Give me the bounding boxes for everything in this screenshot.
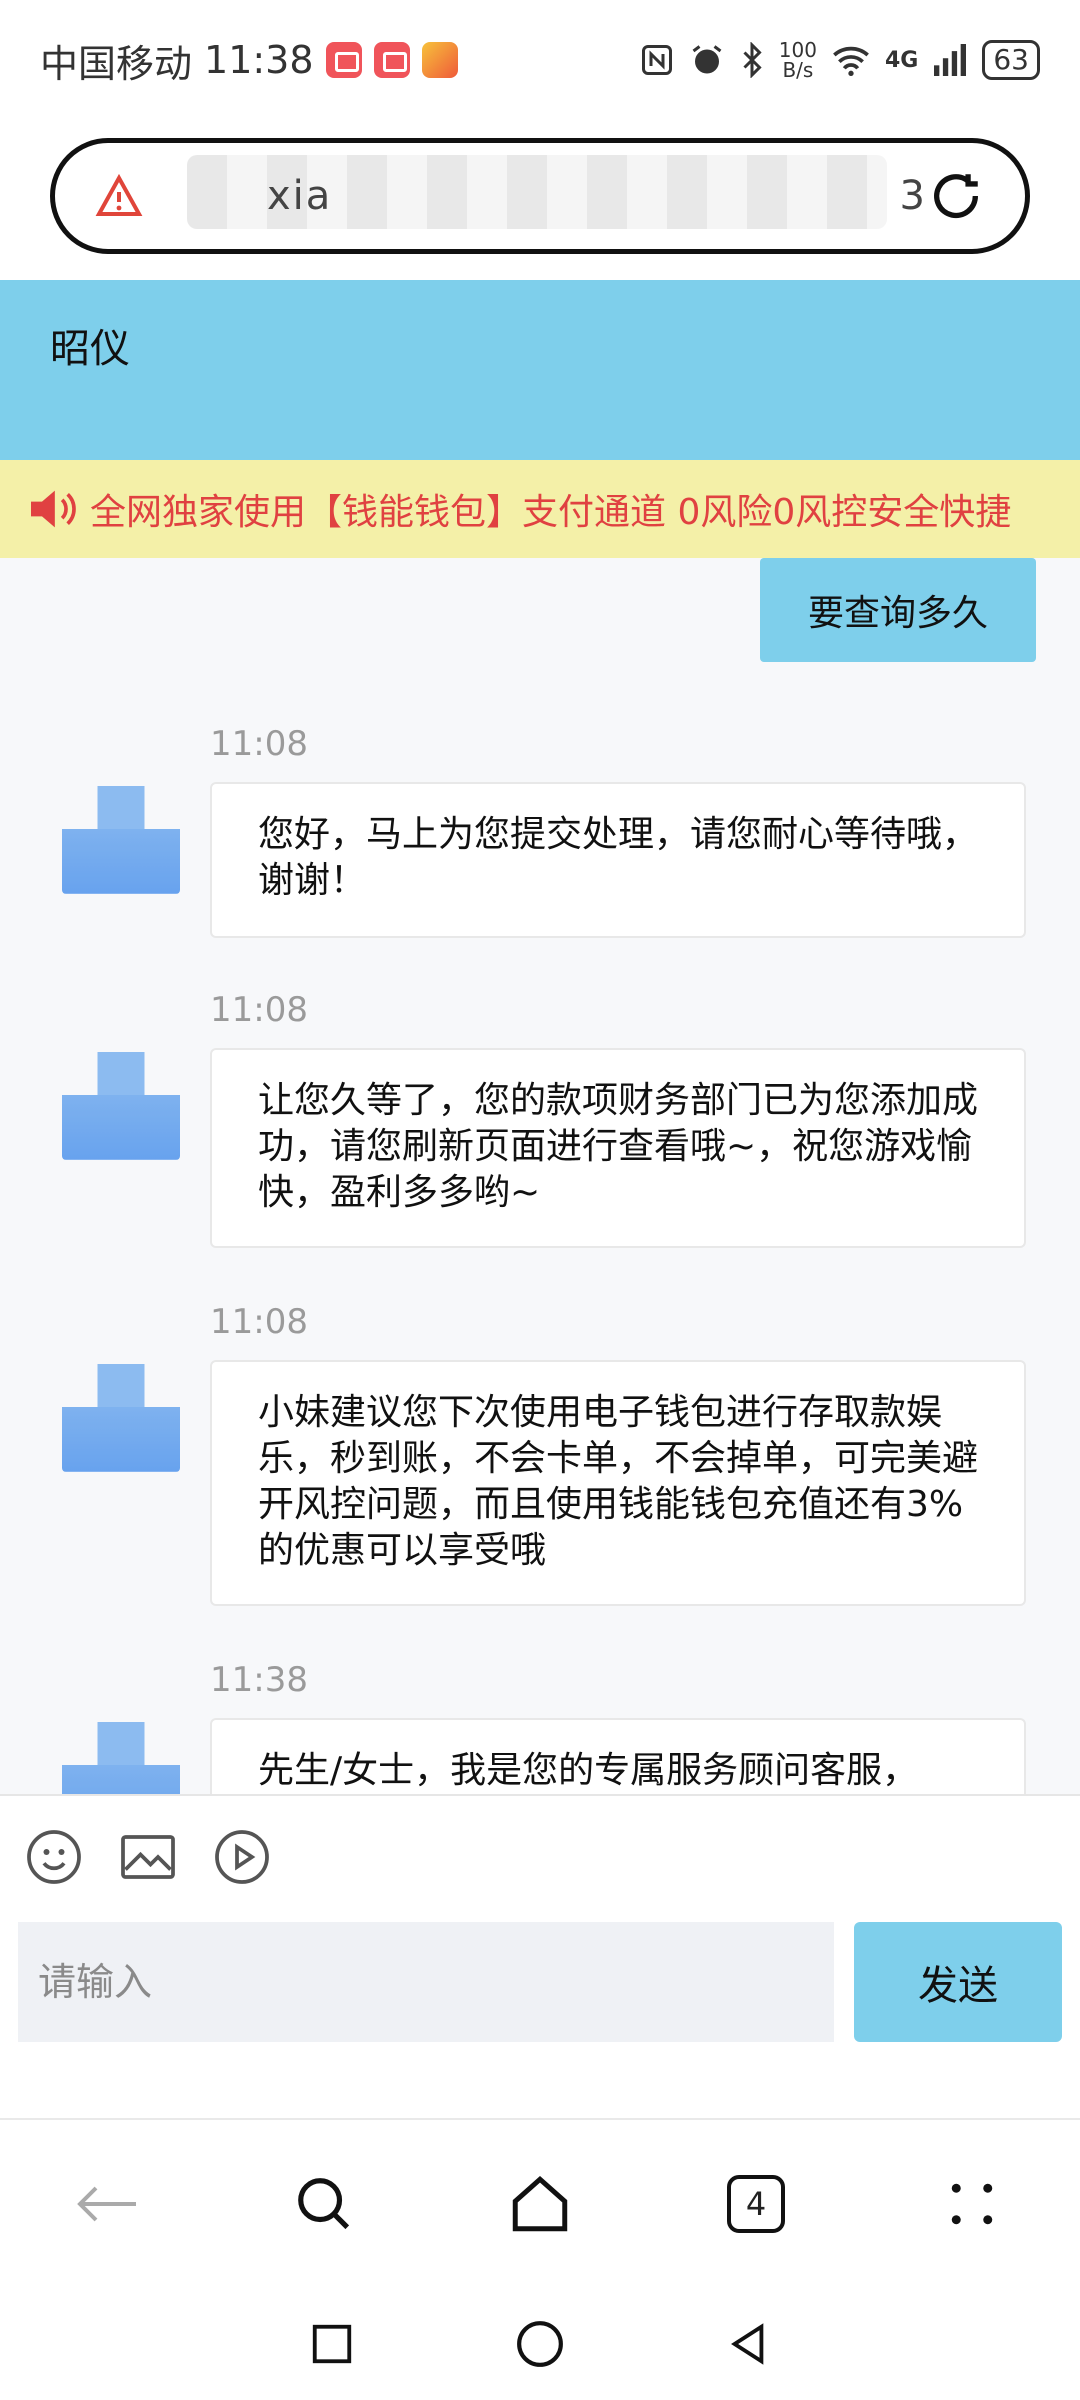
search-button[interactable] [279,2159,369,2249]
message-bubble: 您好，马上为您提交处理，请您耐心等待哦，谢谢！ [210,782,1026,938]
browser-nav: 4 [0,2118,1080,2288]
home-circle-icon[interactable] [515,2319,565,2369]
net-speed-unit: B/s [782,58,814,82]
chat-header: 昭仪 [0,280,1080,460]
back-arrow-icon [77,2186,136,2222]
home-icon [512,2175,568,2232]
wifi-icon [833,46,869,76]
composer-toolbar [0,1794,1080,1918]
composer: 发送 [18,1922,1062,2042]
back-triangle-icon[interactable] [725,2319,771,2369]
speaker-icon [31,490,76,528]
outgoing-message: 要查询多久 [759,558,1036,662]
home-button[interactable] [495,2159,585,2249]
system-nav [0,2288,1080,2400]
avatar[interactable] [62,1364,180,1472]
send-button[interactable]: 发送 [854,1922,1062,2042]
more-icon [951,2183,993,2225]
net-speed-value: 100 [778,38,817,62]
refresh-icon[interactable] [927,167,985,225]
url-text[interactable]: xia 3 [177,155,927,229]
clock: 11:38 [204,38,314,82]
message-bubble: 让您久等了，您的款项财务部门已为您添加成功，请您刷新页面进行查看哦~，祝您游戏愉… [210,1048,1026,1248]
avatar[interactable] [62,786,180,894]
nfc-icon [641,45,672,75]
tabs-button[interactable]: 4 [711,2159,801,2249]
notification-app-icon [421,42,458,78]
url-bar[interactable]: xia 3 [50,138,1030,254]
status-right: 100 B/s 4G 63 [639,40,1040,80]
message-input[interactable] [18,1922,834,2042]
warning-icon[interactable] [95,172,143,220]
message-bubble: 小妹建议您下次使用电子钱包进行存取款娱乐，秒到账，不会卡单，不会掉单，可完美避开… [210,1360,1026,1606]
message-time: 11:38 [210,1660,308,1700]
notification-app-icon [325,42,362,78]
url-fragment-end: 3 [899,173,927,219]
carrier-label: 中国移动 [40,41,193,86]
network-type: 4G [884,47,919,73]
status-left: 中国移动 11:38 [40,33,458,88]
alarm-icon [692,45,722,74]
chat-area[interactable]: 要查询多久 11:08 您好，马上为您提交处理，请您耐心等待哦，谢谢！ 11:0… [0,558,1080,1794]
menu-button[interactable] [927,2159,1017,2249]
notice-text: 全网独家使用【钱能钱包】支付通道 0风险0风控安全快捷 [90,492,1012,533]
notice-banner[interactable]: 全网独家使用【钱能钱包】支付通道 0风险0风控安全快捷 [0,460,1080,558]
tab-count: 4 [727,2175,785,2233]
avatar[interactable] [62,1052,180,1160]
emoji-icon[interactable] [24,1827,84,1887]
signal-icon [934,44,967,76]
battery-indicator: 63 [982,40,1040,80]
search-icon [298,2178,350,2230]
avatar[interactable] [62,1722,180,1794]
message-time: 11:08 [210,1302,308,1342]
net-speed: 100 B/s [779,40,817,80]
url-fragment-start: xia [267,173,333,219]
message-bubble: 先生/女士，我是您的专属服务顾问客服， [210,1718,1026,1794]
notification-app-icon [373,42,410,78]
status-bar: 中国移动 11:38 100 B/s 4G 63 [0,0,1080,120]
message-time: 11:08 [210,724,308,764]
message-time: 11:08 [210,990,308,1030]
bluetooth-icon [743,42,762,78]
video-icon[interactable] [212,1827,272,1887]
back-button[interactable] [63,2159,153,2249]
recents-icon[interactable] [309,2321,355,2367]
page-title: 昭仪 [50,326,130,372]
image-icon[interactable] [118,1827,178,1887]
